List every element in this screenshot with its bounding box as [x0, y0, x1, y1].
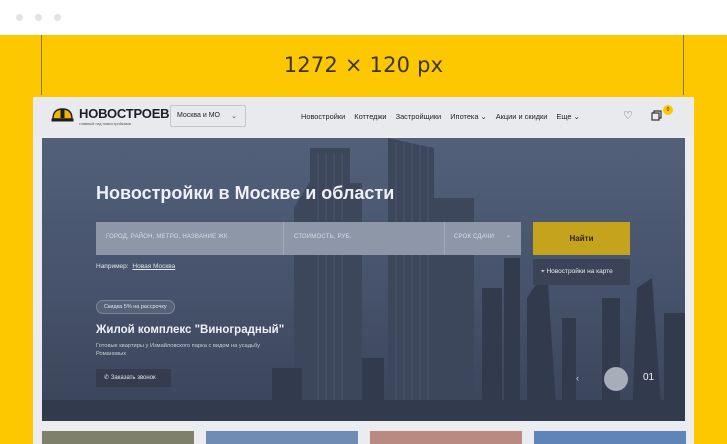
complex-title: Жилой комплекс "Виноградный" — [96, 324, 285, 336]
map-button-label: Новостройки на карте — [546, 268, 613, 275]
search-bar: ГОРОД, РАЙОН, МЕТРО, НАЗВАНИЕ ЖК СТОИМОС… — [96, 222, 521, 255]
city-select-value: Москва и МО — [177, 112, 220, 119]
city-select[interactable]: Москва и МО ⌄ — [170, 105, 246, 127]
nav-item-novostroyki[interactable]: Новостройки — [301, 112, 345, 121]
window-dot-minimize[interactable] — [35, 14, 42, 21]
divider — [444, 222, 445, 255]
helmet-icon — [51, 108, 74, 122]
property-card-thumbnail[interactable] — [534, 431, 686, 444]
deadline-select[interactable]: СРОК СДАЧИ — [454, 234, 494, 240]
example-link[interactable]: Новая Москва — [132, 263, 175, 270]
complex-description: Готовые квартиры у Измайловского парка с… — [96, 343, 260, 357]
compare-cube-icon[interactable] — [651, 110, 662, 121]
slide-number: 01 — [643, 372, 655, 383]
favorites-heart-icon[interactable]: ♡ — [623, 109, 633, 122]
nav-item-mortgage[interactable]: Ипотека ⌄ — [450, 112, 486, 121]
promo-badge: Скидка 5% на рассрочку — [96, 300, 175, 314]
logo-tagline: главный гид новостройками — [79, 121, 131, 126]
browser-chrome — [0, 0, 727, 35]
window-dot-maximize[interactable] — [54, 14, 61, 21]
property-card-thumbnail[interactable] — [370, 431, 522, 444]
chevron-down-icon: ⌄ — [506, 233, 512, 239]
price-input[interactable]: СТОИМОСТЬ, РУБ. — [294, 234, 352, 240]
location-pin-icon: ⌖ — [541, 268, 545, 275]
nav-item-promotions[interactable]: Акции и скидки — [496, 112, 548, 121]
nav-item-cottages[interactable]: Коттеджи — [354, 112, 386, 121]
nav-item-more[interactable]: Еще ⌄ — [556, 112, 579, 121]
phone-icon: ✆ — [104, 375, 110, 381]
nav-item-developers[interactable]: Застройщики — [396, 112, 442, 121]
property-card-thumbnail[interactable] — [206, 431, 358, 444]
main-nav: Новостройки Коттеджи Застройщики Ипотека… — [301, 112, 587, 121]
window-dot-close[interactable] — [16, 14, 23, 21]
slider-indicator[interactable] — [604, 367, 628, 391]
property-card-thumbnail[interactable] — [42, 431, 194, 444]
site-logo[interactable]: НОВОСТРОЕВ главный гид новостройками — [51, 105, 170, 129]
example-prefix: Например: — [96, 263, 129, 270]
presentation-background: 1272 × 120 px НОВОСТРОЕВ главный гид нов… — [0, 35, 727, 444]
map-button[interactable]: ⌖ Новостройки на карте — [533, 259, 630, 285]
location-input[interactable]: ГОРОД, РАЙОН, МЕТРО, НАЗВАНИЕ ЖК — [106, 234, 228, 240]
search-example: Например: Новая Москва — [96, 263, 175, 270]
hero-title: Новостройки в Москве и области — [96, 183, 395, 203]
call-request-button[interactable]: ✆ Заказать звонок — [96, 369, 171, 387]
call-button-label: Заказать звонок — [110, 375, 156, 381]
cart-count-badge: 0 — [663, 105, 673, 115]
chevron-down-icon: ⌄ — [231, 113, 237, 120]
website-preview: НОВОСТРОЕВ главный гид новостройками Мос… — [33, 97, 694, 444]
slider-prev-arrow-icon[interactable]: ‹ — [576, 373, 579, 383]
property-cards-row — [42, 431, 686, 444]
dimension-label: 1272 × 120 px — [283, 53, 444, 77]
logo-name: НОВОСТРОЕВ — [79, 106, 170, 121]
divider — [283, 222, 284, 255]
hero-section: Новостройки в Москве и области ГОРОД, РА… — [42, 138, 685, 421]
find-button[interactable]: Найти — [533, 222, 630, 255]
site-header: НОВОСТРОЕВ главный гид новостройками Мос… — [33, 97, 694, 136]
